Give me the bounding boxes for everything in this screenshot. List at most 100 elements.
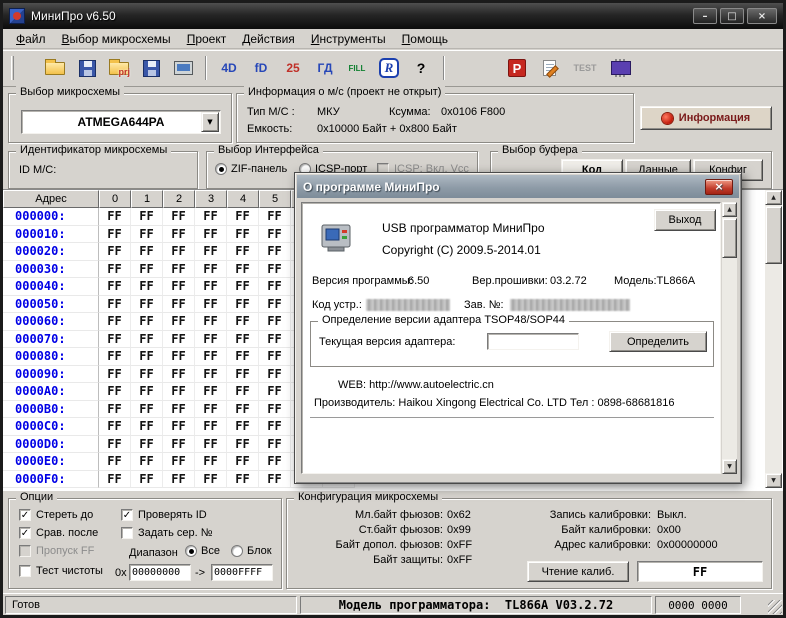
hex-byte-cell[interactable]: FF — [259, 296, 291, 314]
hex-byte-cell[interactable]: FF — [195, 313, 227, 331]
close-button[interactable]: × — [747, 8, 777, 24]
chevron-down-icon[interactable]: ▼ — [201, 112, 219, 132]
exit-button[interactable]: Выход — [654, 209, 716, 231]
hex-byte-cell[interactable]: FF — [99, 436, 131, 454]
range-to-input[interactable] — [211, 564, 273, 581]
hex-byte-cell[interactable]: FF — [99, 243, 131, 261]
hex-byte-cell[interactable]: FF — [163, 313, 195, 331]
hex-byte-cell[interactable]: FF — [195, 278, 227, 296]
hex-byte-cell[interactable]: FF — [163, 278, 195, 296]
hex-byte-cell[interactable]: FF — [259, 436, 291, 454]
hex-byte-cell[interactable]: FF — [163, 208, 195, 226]
hex-byte-cell[interactable]: FF — [195, 471, 227, 489]
menu-tools[interactable]: Инструменты — [304, 30, 393, 48]
save-project-button[interactable] — [137, 54, 165, 82]
scrollbar-thumb[interactable] — [765, 206, 782, 264]
hex-byte-cell[interactable]: FF — [99, 226, 131, 244]
hex-byte-cell[interactable]: FF — [131, 226, 163, 244]
hex-byte-cell[interactable]: FF — [259, 348, 291, 366]
hex-byte-cell[interactable]: FF — [227, 261, 259, 279]
hex-byte-cell[interactable]: FF — [163, 243, 195, 261]
hex-byte-cell[interactable]: FF — [259, 331, 291, 349]
hex-byte-cell[interactable]: FF — [131, 278, 163, 296]
program-button[interactable]: P — [503, 54, 531, 82]
hex-byte-cell[interactable]: FF — [99, 208, 131, 226]
hex-byte-cell[interactable]: FF — [195, 436, 227, 454]
hex-byte-cell[interactable]: FF — [131, 436, 163, 454]
open-file-button[interactable] — [41, 54, 69, 82]
hex-byte-cell[interactable]: FF — [131, 453, 163, 471]
dialog-close-button[interactable]: × — [705, 179, 733, 195]
scrollbar-thumb[interactable] — [722, 218, 737, 258]
hex-byte-cell[interactable]: FF — [99, 366, 131, 384]
hex-byte-cell[interactable]: FF — [195, 261, 227, 279]
hex-byte-cell[interactable]: FF — [227, 208, 259, 226]
menu-help[interactable]: Помощь — [395, 30, 455, 48]
hex-byte-cell[interactable]: FF — [99, 331, 131, 349]
hex-byte-cell[interactable]: FF — [131, 401, 163, 419]
hex-byte-cell[interactable]: FF — [195, 296, 227, 314]
website-line[interactable]: WEB: http://www.autoelectric.cn — [338, 379, 494, 391]
dialog-titlebar[interactable]: О программе МиниПро × — [297, 175, 739, 198]
hex-byte-cell[interactable]: FF — [99, 348, 131, 366]
hex-byte-cell[interactable]: FF — [99, 278, 131, 296]
minimize-button[interactable]: – — [693, 8, 717, 24]
hex-byte-cell[interactable]: FF — [131, 261, 163, 279]
hex-byte-cell[interactable]: FF — [195, 348, 227, 366]
fill-buffer-button[interactable]: FILL — [343, 54, 371, 82]
tool-25-button[interactable]: 25 — [279, 54, 307, 82]
hex-byte-cell[interactable]: FF — [99, 261, 131, 279]
hex-byte-cell[interactable]: FF — [99, 418, 131, 436]
hex-byte-cell[interactable]: FF — [131, 313, 163, 331]
hex-byte-cell[interactable]: FF — [163, 401, 195, 419]
hex-byte-cell[interactable]: FF — [163, 383, 195, 401]
tool-4d-button[interactable]: 4D — [215, 54, 243, 82]
hex-byte-cell[interactable]: FF — [227, 243, 259, 261]
calib-value-field[interactable]: FF — [637, 561, 763, 582]
hex-byte-cell[interactable]: FF — [227, 278, 259, 296]
open-project-button[interactable]: prj — [105, 54, 133, 82]
zif-radio[interactable]: ZIF-панель — [215, 163, 287, 175]
hex-byte-cell[interactable]: FF — [195, 331, 227, 349]
hex-byte-cell[interactable]: FF — [227, 453, 259, 471]
device-config-button[interactable] — [169, 54, 197, 82]
hex-byte-cell[interactable]: FF — [99, 296, 131, 314]
menu-project[interactable]: Проект — [180, 30, 234, 48]
hex-scrollbar[interactable]: ▲ ▼ — [765, 190, 782, 488]
maximize-button[interactable]: □ — [720, 8, 744, 24]
hex-byte-cell[interactable]: FF — [131, 471, 163, 489]
toolbar-grip[interactable] — [11, 56, 14, 80]
logo-r-button[interactable]: R — [375, 54, 403, 82]
scroll-down-icon[interactable]: ▼ — [765, 473, 782, 488]
hex-byte-cell[interactable]: FF — [227, 383, 259, 401]
blank-check-checkbox[interactable]: Тест чистоты — [19, 565, 103, 577]
resize-grip[interactable] — [768, 600, 782, 614]
hex-byte-cell[interactable]: FF — [163, 366, 195, 384]
hex-byte-cell[interactable]: FF — [259, 366, 291, 384]
hex-byte-cell[interactable]: FF — [227, 401, 259, 419]
hex-byte-cell[interactable]: FF — [227, 418, 259, 436]
hex-byte-cell[interactable]: FF — [131, 348, 163, 366]
information-button[interactable]: Информация — [640, 106, 772, 130]
verify-after-checkbox[interactable]: ✓Срав. после — [19, 527, 98, 539]
hex-byte-cell[interactable]: FF — [99, 401, 131, 419]
hex-byte-cell[interactable]: FF — [195, 401, 227, 419]
hex-byte-cell[interactable]: FF — [163, 226, 195, 244]
erase-before-checkbox[interactable]: ✓Стереть до — [19, 509, 93, 521]
hex-byte-cell[interactable]: FF — [163, 261, 195, 279]
scroll-up-icon[interactable]: ▲ — [765, 190, 782, 205]
hex-byte-cell[interactable]: FF — [131, 296, 163, 314]
hex-byte-cell[interactable]: FF — [259, 401, 291, 419]
hex-byte-cell[interactable]: FF — [227, 471, 259, 489]
range-all-radio[interactable]: Все — [185, 545, 220, 557]
hex-byte-cell[interactable]: FF — [99, 453, 131, 471]
hex-byte-cell[interactable]: FF — [163, 348, 195, 366]
menu-file[interactable]: Файл — [9, 30, 53, 48]
hex-byte-cell[interactable]: FF — [227, 226, 259, 244]
hex-byte-cell[interactable]: FF — [131, 418, 163, 436]
hex-byte-cell[interactable]: FF — [163, 471, 195, 489]
hex-byte-cell[interactable]: FF — [163, 331, 195, 349]
check-id-checkbox[interactable]: ✓Проверять ID — [121, 509, 207, 521]
skip-ff-checkbox[interactable]: Пропуск FF — [19, 545, 94, 557]
hex-byte-cell[interactable]: FF — [195, 418, 227, 436]
